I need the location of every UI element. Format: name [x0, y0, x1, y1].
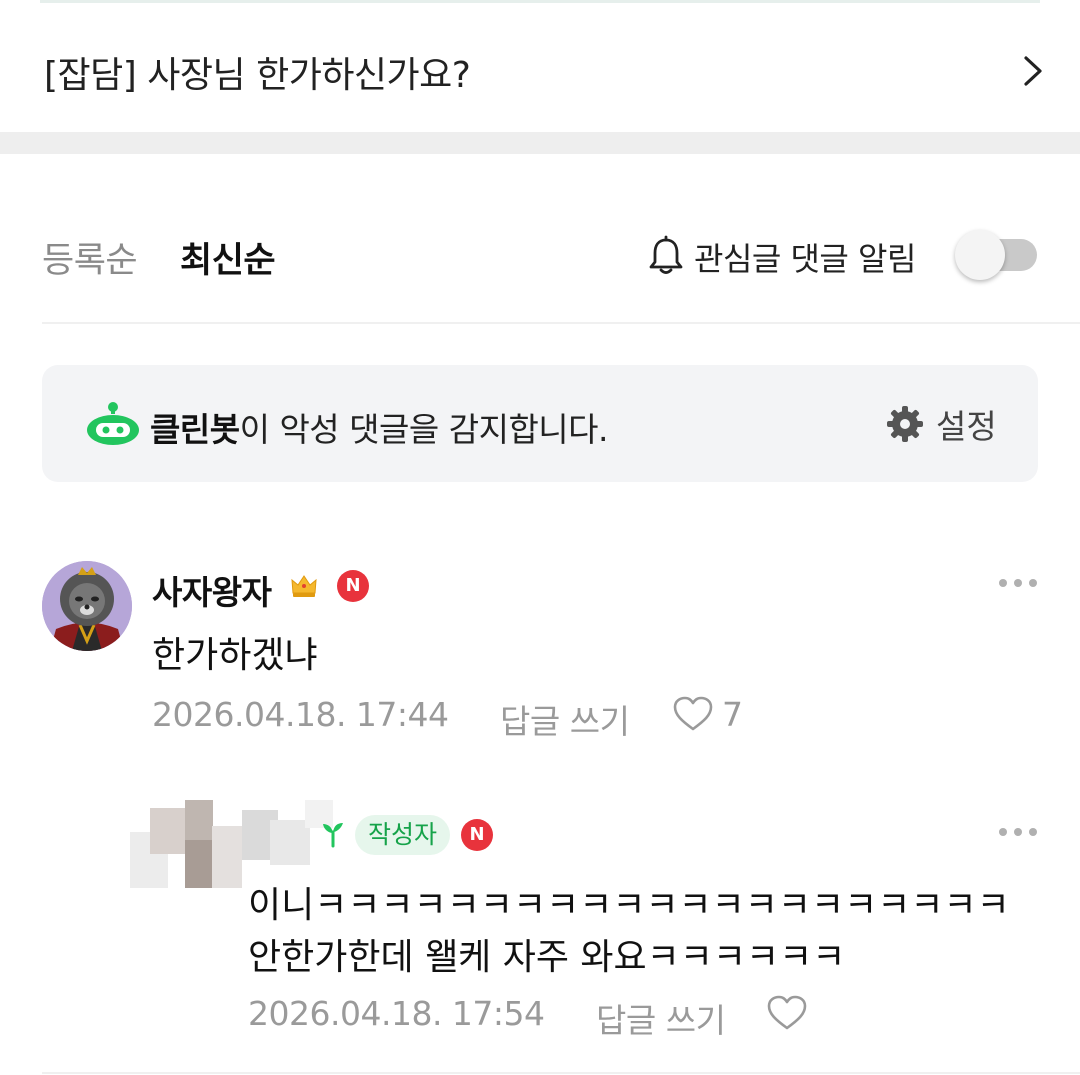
- divider: [42, 322, 1080, 324]
- notification-toggle[interactable]: [955, 229, 1039, 281]
- heart-icon[interactable]: [766, 994, 808, 1032]
- comment-date: 2026.04.18. 17:44: [152, 695, 449, 734]
- reply-button[interactable]: 답글 쓰기: [596, 994, 726, 1042]
- heart-icon[interactable]: [672, 695, 714, 733]
- comment-notification-label: 관심글 댓글 알림: [694, 240, 916, 278]
- comment-date: 2026.04.18. 17:54: [248, 994, 545, 1033]
- more-options-icon[interactable]: [998, 827, 1038, 837]
- avatar[interactable]: [42, 561, 132, 651]
- crown-icon: [291, 575, 317, 597]
- like-count: 7: [722, 695, 743, 734]
- new-badge: N: [337, 570, 369, 602]
- comment-nickname[interactable]: 사자왕자: [152, 566, 272, 614]
- cleanbot-robot-icon: [87, 402, 139, 445]
- new-badge: N: [461, 819, 493, 851]
- toggle-knob: [955, 230, 1005, 280]
- author-badge: 작성자: [355, 815, 451, 855]
- section-separator: [0, 132, 1080, 154]
- bell-icon[interactable]: [646, 235, 686, 277]
- post-title: [잡담] 사장님 한가하신가요?: [44, 55, 471, 96]
- blurred-avatar[interactable]: [130, 790, 335, 890]
- sprout-icon: [323, 823, 343, 848]
- cleanbot-settings-button[interactable]: 설정: [936, 400, 997, 448]
- lion-avatar-icon: [42, 561, 132, 651]
- gear-icon[interactable]: [886, 405, 924, 443]
- more-options-icon[interactable]: [998, 578, 1038, 588]
- reply-button[interactable]: 답글 쓰기: [500, 695, 630, 743]
- comment-text: 한가하겠냐: [152, 635, 318, 676]
- sort-registered-tab[interactable]: 등록순: [42, 232, 138, 283]
- cleanbot-message-text: 이 악성 댓글을 감지합니다.: [239, 410, 609, 449]
- chevron-right-icon[interactable]: [1016, 54, 1050, 88]
- divider: [42, 1072, 1080, 1074]
- sort-latest-tab[interactable]: 최신순: [180, 232, 276, 283]
- comment-text-line: 안한가한데 왤케 자주 와요ㅋㅋㅋㅋㅋㅋ: [248, 937, 846, 978]
- cleanbot-name: 클린봇: [150, 410, 240, 449]
- comment-text-line: 이니ㅋㅋㅋㅋㅋㅋㅋㅋㅋㅋㅋㅋㅋㅋㅋㅋㅋㅋㅋㅋㅋ: [248, 885, 1010, 926]
- cleanbot-message: 클린봇이 악성 댓글을 감지합니다.: [150, 403, 609, 451]
